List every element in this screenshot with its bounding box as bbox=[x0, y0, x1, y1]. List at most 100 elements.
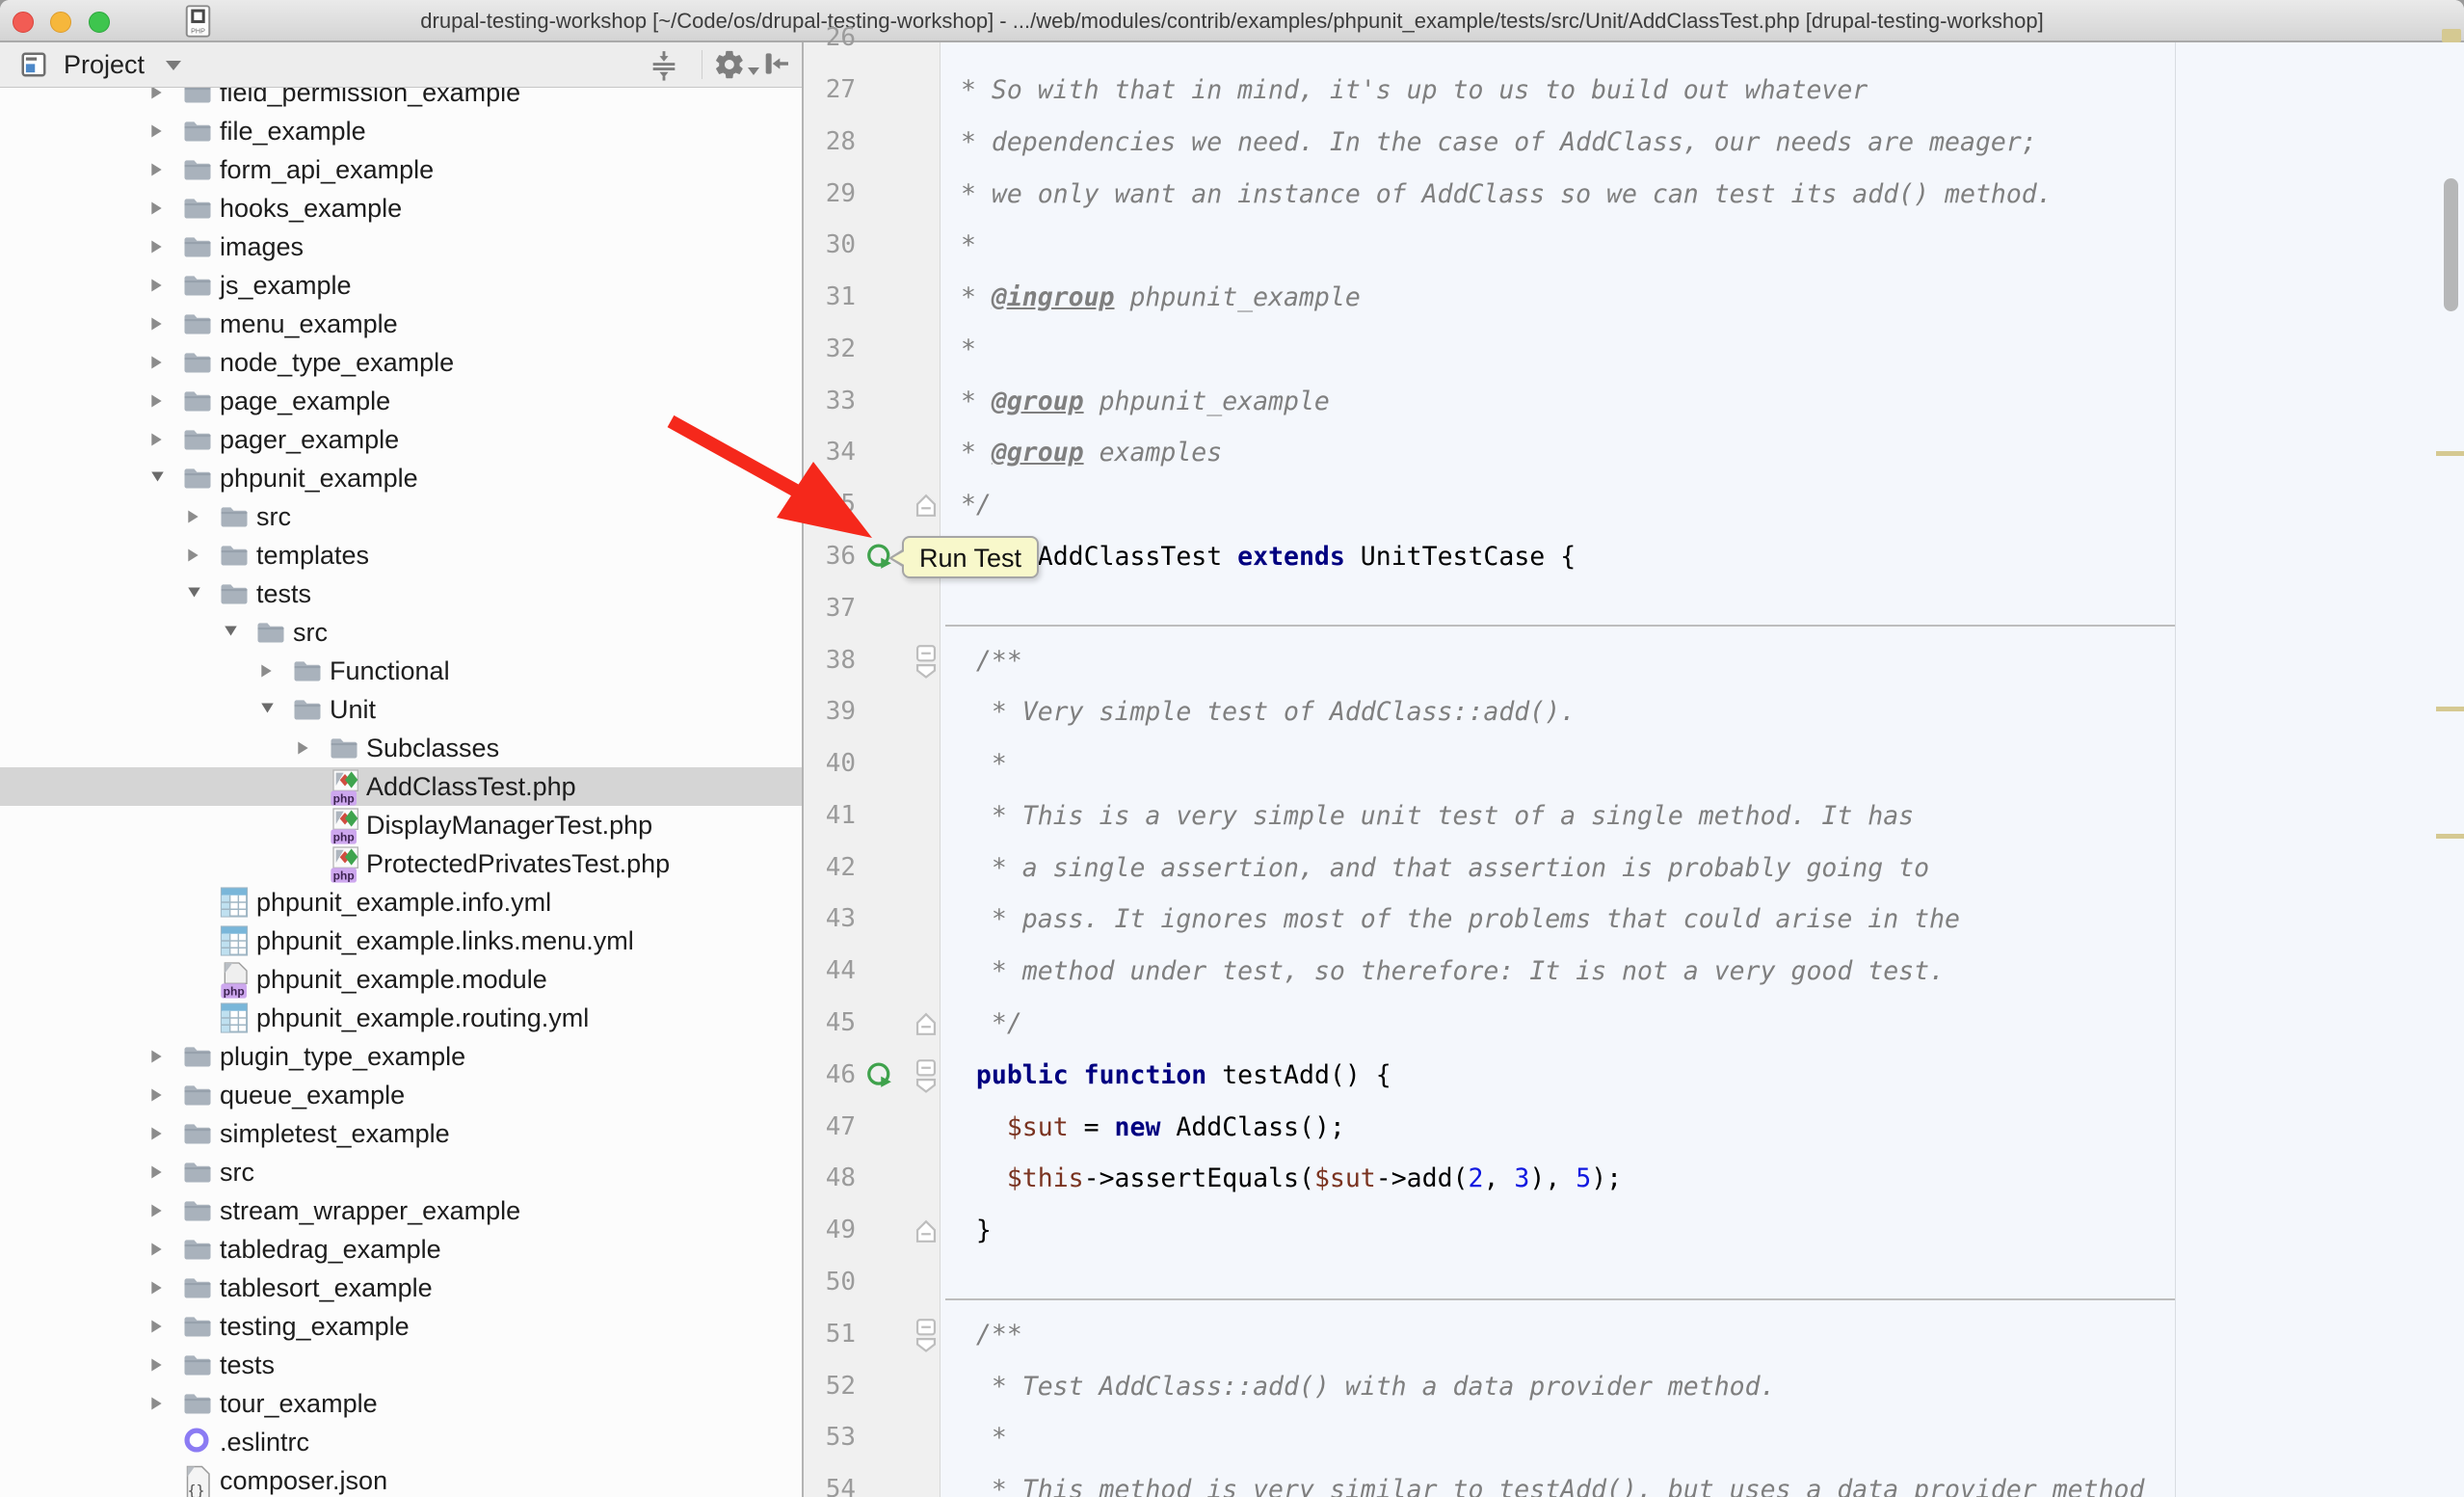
run-test-icon[interactable] bbox=[865, 1061, 894, 1095]
tree-item-protectedprivatestest-php[interactable]: phpProtectedPrivatesTest.php bbox=[0, 844, 802, 883]
chevron-collapsed-icon[interactable] bbox=[150, 278, 163, 298]
chevron-collapsed-icon[interactable] bbox=[150, 1357, 163, 1377]
tree-item-tour-example[interactable]: tour_example bbox=[0, 1384, 802, 1423]
fold-marker-icon[interactable] bbox=[915, 1219, 937, 1248]
code-line-41[interactable]: * This is a very simple unit test of a s… bbox=[945, 790, 1914, 842]
code-line-35[interactable]: */ bbox=[945, 479, 992, 531]
code-line-30[interactable]: * bbox=[945, 220, 976, 272]
chevron-expanded-icon[interactable] bbox=[187, 586, 201, 603]
code-line-45[interactable]: */ bbox=[945, 998, 1022, 1050]
code-line-48[interactable]: $this->assertEquals($sut->add(2, 3), 5); bbox=[945, 1153, 1622, 1205]
fold-marker-icon[interactable] bbox=[915, 494, 937, 522]
tree-item-displaymanagertest-php[interactable]: phpDisplayManagerTest.php bbox=[0, 806, 802, 844]
chevron-collapsed-icon[interactable] bbox=[150, 1280, 163, 1300]
tree-item-simpletest-example[interactable]: simpletest_example bbox=[0, 1114, 802, 1153]
tree-item--eslintrc[interactable]: .eslintrc bbox=[0, 1423, 802, 1461]
chevron-collapsed-icon[interactable] bbox=[150, 1126, 163, 1146]
code-line-39[interactable]: * Very simple test of AddClass::add(). bbox=[945, 686, 1576, 738]
code-line-53[interactable]: * bbox=[945, 1412, 1007, 1464]
code-line-44[interactable]: * method under test, so therefore: It is… bbox=[945, 946, 1945, 998]
tree-item-src[interactable]: src bbox=[0, 497, 802, 536]
code-line-28[interactable]: * dependencies we need. In the case of A… bbox=[945, 117, 2037, 169]
tree-item-plugin-type-example[interactable]: plugin_type_example bbox=[0, 1037, 802, 1076]
hide-panel-icon[interactable] bbox=[761, 48, 796, 83]
tree-item-templates[interactable]: templates bbox=[0, 536, 802, 575]
tree-item-queue-example[interactable]: queue_example bbox=[0, 1076, 802, 1114]
chevron-collapsed-icon[interactable] bbox=[150, 1049, 163, 1069]
editor-area[interactable] bbox=[804, 42, 2464, 1497]
chevron-collapsed-icon[interactable] bbox=[150, 123, 163, 144]
tree-item-page-example[interactable]: page_example bbox=[0, 382, 802, 420]
tree-item-src[interactable]: src bbox=[0, 613, 802, 652]
chevron-collapsed-icon[interactable] bbox=[150, 393, 163, 414]
tree-item-phpunit-example-links-menu-yml[interactable]: phpunit_example.links.menu.yml bbox=[0, 922, 802, 960]
chevron-collapsed-icon[interactable] bbox=[187, 548, 199, 568]
tree-item-functional[interactable]: Functional bbox=[0, 652, 802, 690]
tree-item-composer-json[interactable]: {}composer.json bbox=[0, 1461, 802, 1497]
tree-item-file-example[interactable]: file_example bbox=[0, 112, 802, 150]
tree-item-phpunit-example-routing-yml[interactable]: phpunit_example.routing.yml bbox=[0, 999, 802, 1037]
tree-item-pager-example[interactable]: pager_example bbox=[0, 420, 802, 459]
code-line-36[interactable]: class AddClassTest extends UnitTestCase … bbox=[945, 531, 1576, 583]
chevron-collapsed-icon[interactable] bbox=[150, 239, 163, 259]
error-stripe-mark[interactable] bbox=[2436, 707, 2464, 711]
chevron-collapsed-icon[interactable] bbox=[187, 509, 199, 529]
chevron-collapsed-icon[interactable] bbox=[260, 663, 273, 683]
tree-item-tabledrag-example[interactable]: tabledrag_example bbox=[0, 1230, 802, 1269]
chevron-collapsed-icon[interactable] bbox=[150, 85, 163, 105]
tree-item-subclasses[interactable]: Subclasses bbox=[0, 729, 802, 767]
tree-item-tablesort-example[interactable]: tablesort_example bbox=[0, 1269, 802, 1307]
chevron-collapsed-icon[interactable] bbox=[150, 200, 163, 221]
chevron-collapsed-icon[interactable] bbox=[150, 432, 163, 452]
code-line-54[interactable]: * This method is very similar to testAdd… bbox=[945, 1464, 2144, 1497]
tree-item-hooks-example[interactable]: hooks_example bbox=[0, 189, 802, 227]
project-panel-title[interactable]: Project bbox=[64, 42, 145, 87]
tree-item-src[interactable]: src bbox=[0, 1153, 802, 1191]
tree-item-addclasstest-php[interactable]: phpAddClassTest.php bbox=[0, 767, 802, 806]
chevron-expanded-icon[interactable] bbox=[150, 470, 165, 488]
error-stripe-mark[interactable] bbox=[2436, 451, 2464, 456]
tree-item-unit[interactable]: Unit bbox=[0, 690, 802, 729]
error-stripe-mark[interactable] bbox=[2436, 834, 2464, 839]
tree-item-menu-example[interactable]: menu_example bbox=[0, 305, 802, 343]
fold-marker-icon[interactable] bbox=[915, 1318, 937, 1357]
tree-item-tests[interactable]: tests bbox=[0, 1346, 802, 1384]
tree-item-testing-example[interactable]: testing_example bbox=[0, 1307, 802, 1346]
code-line-49[interactable]: } bbox=[945, 1205, 992, 1257]
code-line-34[interactable]: * @group examples bbox=[945, 427, 1222, 479]
chevron-expanded-icon[interactable] bbox=[224, 625, 238, 642]
chevron-collapsed-icon[interactable] bbox=[150, 316, 163, 336]
tree-item-form-api-example[interactable]: form_api_example bbox=[0, 150, 802, 189]
fold-marker-icon[interactable] bbox=[915, 1012, 937, 1041]
vertical-scrollbar[interactable] bbox=[2444, 178, 2458, 311]
chevron-collapsed-icon[interactable] bbox=[150, 1319, 163, 1339]
code-line-47[interactable]: $sut = new AddClass(); bbox=[945, 1102, 1345, 1154]
chevron-collapsed-icon[interactable] bbox=[150, 1164, 163, 1185]
chevron-expanded-icon[interactable] bbox=[260, 702, 275, 719]
code-line-52[interactable]: * Test AddClass::add() with a data provi… bbox=[945, 1361, 1776, 1413]
fold-marker-icon[interactable] bbox=[915, 1058, 937, 1098]
tree-item-node-type-example[interactable]: node_type_example bbox=[0, 343, 802, 382]
chevron-collapsed-icon[interactable] bbox=[150, 162, 163, 182]
tree-item-images[interactable]: images bbox=[0, 227, 802, 266]
chevron-down-icon[interactable] bbox=[748, 67, 759, 75]
code-line-42[interactable]: * a single assertion, and that assertion… bbox=[945, 842, 1929, 895]
code-line-31[interactable]: * @ingroup phpunit_example bbox=[945, 272, 1361, 324]
code-line-27[interactable]: * So with that in mind, it's up to us to… bbox=[945, 65, 1868, 117]
code-line-38[interactable]: /** bbox=[945, 635, 1022, 687]
fold-marker-icon[interactable] bbox=[915, 644, 937, 683]
code-line-46[interactable]: public function testAdd() { bbox=[945, 1050, 1391, 1102]
settings-gear-icon[interactable] bbox=[713, 48, 748, 83]
chevron-collapsed-icon[interactable] bbox=[297, 740, 309, 761]
code-line-32[interactable]: * bbox=[945, 324, 976, 376]
code-line-29[interactable]: * we only want an instance of AddClass s… bbox=[945, 169, 2053, 221]
chevron-down-icon[interactable] bbox=[166, 61, 181, 70]
collapse-all-icon[interactable] bbox=[648, 48, 682, 83]
tree-item-tests[interactable]: tests bbox=[0, 575, 802, 613]
chevron-collapsed-icon[interactable] bbox=[150, 1396, 163, 1416]
inspection-status-indicator[interactable] bbox=[2442, 29, 2461, 42]
chevron-collapsed-icon[interactable] bbox=[150, 1242, 163, 1262]
code-line-51[interactable]: /** bbox=[945, 1309, 1022, 1361]
chevron-collapsed-icon[interactable] bbox=[150, 1203, 163, 1223]
code-line-40[interactable]: * bbox=[945, 738, 1007, 790]
